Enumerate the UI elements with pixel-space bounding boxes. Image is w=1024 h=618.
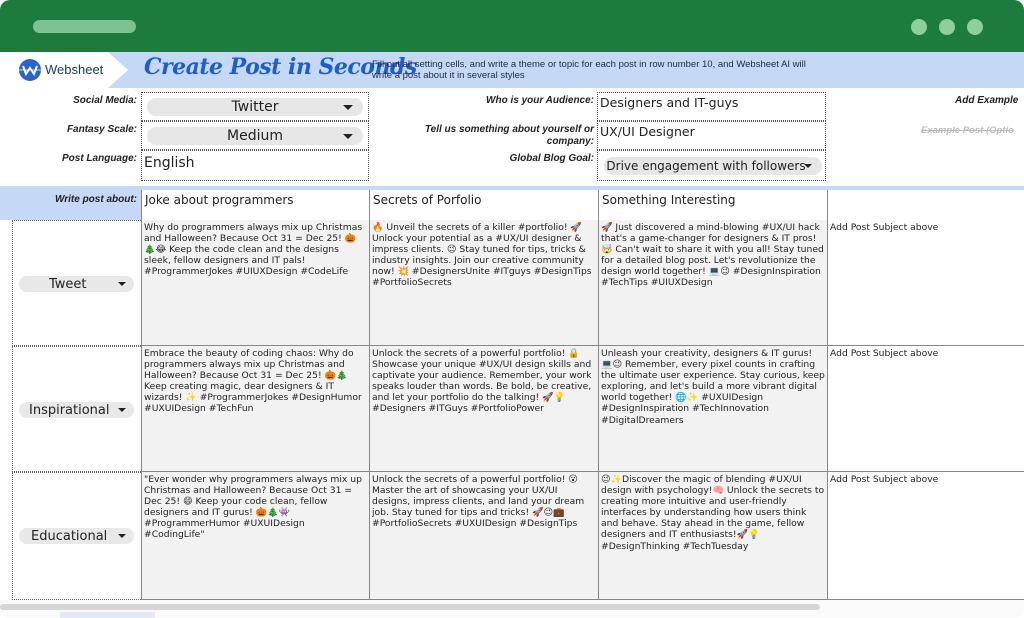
chevron-down-icon <box>118 282 126 286</box>
post-cell[interactable]: 🚀 Just discovered a mind-blowing #UX/UI … <box>598 220 827 346</box>
post-cell[interactable]: Embrace the beauty of coding chaos: Why … <box>141 346 369 472</box>
fantasy-scale-label: Fantasy Scale: <box>66 124 137 135</box>
post-cell-empty[interactable]: Add Post Subject above <box>827 472 1024 600</box>
logo-text: Websheet <box>45 62 104 77</box>
fantasy-scale-value: Medium <box>227 128 283 144</box>
social-media-label: Social Media: <box>73 95 137 106</box>
subject-row-label: Write post about: <box>54 194 137 205</box>
style-value: Inspirational <box>29 402 110 418</box>
chevron-down-icon <box>804 164 812 168</box>
fantasy-scale-dropdown[interactable]: Medium <box>147 127 363 145</box>
subject-cell-3[interactable]: Something Interesting <box>598 190 827 220</box>
social-media-value: Twitter <box>231 99 279 115</box>
style-dropdown[interactable]: Tweet <box>19 276 134 292</box>
chevron-down-icon <box>343 134 353 139</box>
style-value: Tweet <box>49 276 87 292</box>
window-control-dot[interactable] <box>939 19 955 35</box>
style-row-label: Inspirational <box>12 346 141 472</box>
style-row-label: Educational <box>12 472 141 600</box>
post-cell[interactable]: 🔥 Unveil the secrets of a killer #portfo… <box>369 220 598 346</box>
post-cell[interactable]: "Ever wonder why programmers always mix … <box>141 472 369 600</box>
example-post-label: Example Post (Optio <box>921 125 1014 136</box>
post-cell-empty[interactable]: Add Post Subject above <box>827 346 1024 472</box>
app-window: Websheet Create Post in Seconds Fill out… <box>0 0 1024 618</box>
post-language-label: Post Language: <box>61 153 137 164</box>
subject-cell-1[interactable]: Joke about programmers <box>141 190 369 220</box>
style-dropdown[interactable]: Educational <box>19 528 134 544</box>
window-control-dot[interactable] <box>911 19 927 35</box>
window-control-dot[interactable] <box>967 19 983 35</box>
about-label: Tell us something about yourself or comp… <box>424 124 594 147</box>
style-value: Educational <box>31 528 108 544</box>
style-dropdown[interactable]: Inspirational <box>19 402 134 418</box>
banner-description: Fill out all setting cells, and write a … <box>372 59 806 81</box>
window-title-placeholder <box>33 20 136 33</box>
chevron-down-icon <box>343 105 353 110</box>
add-example-label: Add Example <box>955 95 1019 106</box>
audience-label: Who is your Audience: <box>486 95 594 106</box>
goal-dropdown[interactable]: Drive engagement with followers <box>604 157 822 175</box>
chevron-down-icon <box>118 534 126 538</box>
post-cell[interactable]: Why do programmers always mix up Christm… <box>141 220 369 346</box>
audience-value: Designers and IT-guys <box>600 95 739 110</box>
window-titlebar <box>0 0 1024 52</box>
post-cell[interactable]: 😉✨Discover the magic of blending #UX/UI … <box>598 472 827 600</box>
post-cell[interactable]: Unlock the secrets of a powerful portfol… <box>369 472 598 600</box>
post-cell[interactable]: Unlock the secrets of a powerful portfol… <box>369 346 598 472</box>
websheet-logo-icon <box>19 59 41 81</box>
goal-label: Global Blog Goal: <box>509 153 594 164</box>
post-cell[interactable]: Unleash your creativity, designers & IT … <box>598 346 827 472</box>
post-cell-empty[interactable]: Add Post Subject above <box>827 220 1024 346</box>
goal-value: Drive engagement with followers <box>606 159 806 173</box>
style-row-label: Tweet <box>12 220 141 346</box>
horizontal-scrollbar[interactable] <box>0 604 820 610</box>
subject-cell-2[interactable]: Secrets of Porfolio <box>369 190 598 220</box>
subject-cell-4[interactable] <box>827 190 1024 220</box>
about-value: UX/UI Designer <box>600 124 695 139</box>
settings-section: Social Media: Twitter Fantasy Scale: Med… <box>0 88 1024 186</box>
social-media-dropdown[interactable]: Twitter <box>147 98 363 116</box>
post-language-value: English <box>144 155 195 171</box>
chevron-down-icon <box>118 408 126 412</box>
scrollbar-thumb[interactable] <box>60 612 155 618</box>
